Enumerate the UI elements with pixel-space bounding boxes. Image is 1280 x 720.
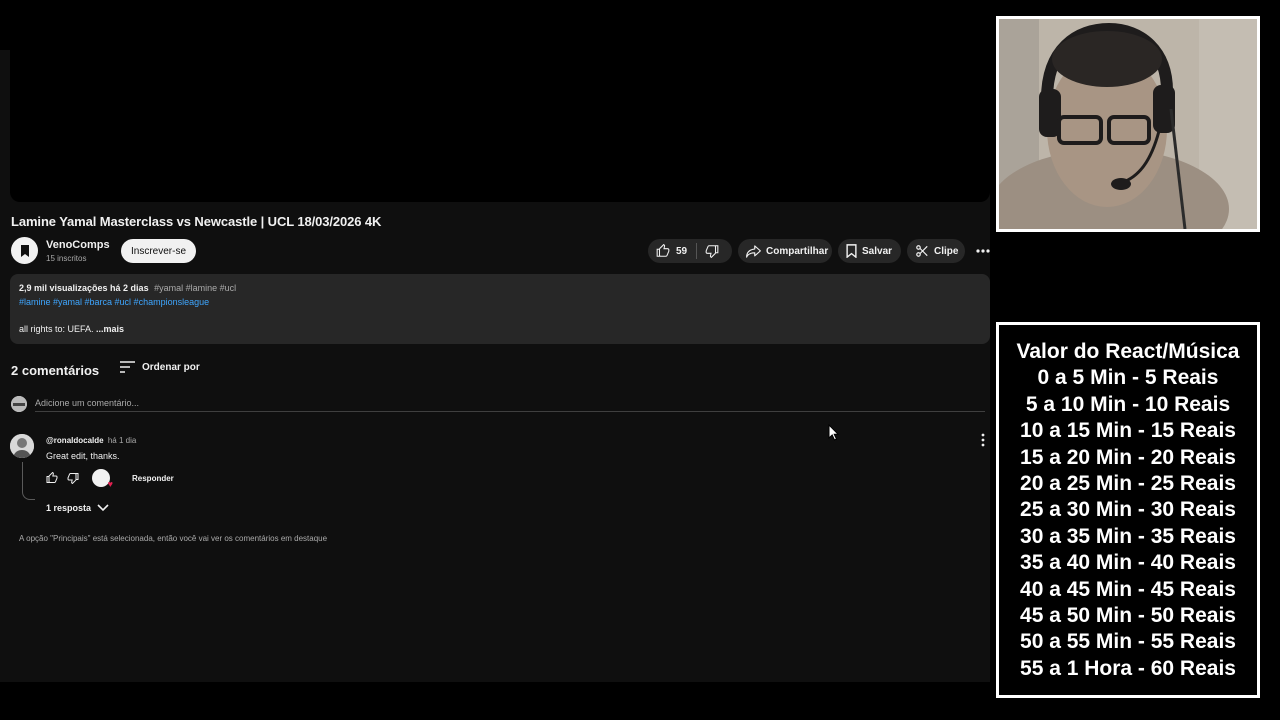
channel-name[interactable]: VenoComps: [46, 239, 110, 251]
reply-thread-line: [22, 462, 35, 500]
add-comment-input[interactable]: [35, 395, 985, 412]
like-count: 59: [676, 245, 688, 257]
price-row: 35 a 40 Min - 40 Reais: [1020, 551, 1236, 575]
webcam-streamer-image: [999, 19, 1257, 229]
comment-time[interactable]: há 1 dia: [108, 436, 136, 445]
sort-button[interactable]: Ordenar por: [120, 361, 200, 373]
price-row: 5 a 10 Min - 10 Reais: [1025, 392, 1231, 416]
heart-icon: ♥: [107, 479, 113, 489]
bookmark-logo-icon: [20, 244, 29, 257]
share-button[interactable]: Compartilhar: [738, 239, 832, 263]
thumbs-up-icon: [656, 244, 670, 257]
video-title: Lamine Yamal Masterclass vs Newcastle | …: [11, 214, 382, 229]
description-text: all rights to: UEFA.: [19, 324, 94, 334]
price-row: 45 a 50 Min - 50 Reais: [1020, 604, 1236, 628]
price-list-overlay: Valor do React/Música 0 a 5 Min - 5 Reai…: [996, 322, 1260, 698]
like-dislike-group: 59: [648, 239, 732, 263]
mouse-cursor-icon: [828, 424, 840, 441]
price-row: 10 a 15 Min - 15 Reais: [1020, 419, 1236, 443]
price-row: 40 a 45 Min - 45 Reais: [1020, 577, 1236, 601]
price-row: 25 a 30 Min - 30 Reais: [1020, 498, 1236, 522]
clip-label: Clipe: [934, 245, 959, 257]
subscriber-count: 15 inscritos: [46, 254, 87, 263]
comment-author[interactable]: @ronaldocalde: [46, 436, 104, 445]
more-horiz-icon[interactable]: [976, 244, 990, 258]
user-avatar-image-icon: [11, 396, 27, 412]
sort-icon: [120, 361, 135, 373]
inline-tags[interactable]: #yamal #lamine #ucl: [154, 283, 236, 293]
views-date: 2,9 mil visualizações há 2 dias: [19, 283, 149, 293]
comment-author-avatar[interactable]: [10, 434, 34, 458]
comment-header: @ronaldocalde há 1 dia: [46, 436, 136, 445]
reply-button[interactable]: Responder: [132, 474, 174, 483]
youtube-watch-page: Lamine Yamal Masterclass vs Newcastle | …: [0, 50, 990, 682]
save-label: Salvar: [862, 245, 893, 257]
comment-more-vert-icon[interactable]: [978, 433, 988, 447]
subscribe-button[interactable]: Inscrever-se: [121, 239, 196, 263]
thumbs-up-icon[interactable]: [46, 472, 58, 484]
price-row: 0 a 5 Min - 5 Reais: [1037, 366, 1219, 390]
dislike-button[interactable]: [697, 239, 719, 263]
clip-button[interactable]: Clipe: [907, 239, 965, 263]
scissors-icon: [916, 245, 928, 257]
price-list-heading: Valor do React/Música: [1016, 340, 1240, 363]
price-row: 30 a 35 Min - 35 Reais: [1020, 524, 1236, 548]
comment-actions: ♥ Responder: [46, 469, 174, 489]
description-hashtags[interactable]: #lamine #yamal #barca #ucl #championslea…: [19, 297, 209, 307]
save-button[interactable]: Salvar: [838, 239, 901, 263]
price-row: 20 a 25 Min - 25 Reais: [1020, 472, 1236, 496]
channel-avatar[interactable]: [11, 237, 38, 264]
replies-label: 1 resposta: [46, 503, 92, 513]
user-avatar: [11, 396, 27, 412]
replies-toggle[interactable]: 1 resposta: [46, 503, 109, 513]
comment-count: 2 comentários: [11, 363, 100, 378]
price-row: 15 a 20 Min - 20 Reais: [1020, 445, 1236, 469]
description-meta: 2,9 mil visualizações há 2 dias #yamal #…: [19, 283, 236, 293]
sort-notice: A opção "Principais" está selecionada, e…: [19, 534, 328, 543]
show-more-link[interactable]: ...mais: [94, 324, 124, 334]
creator-heart-badge: ♥: [92, 469, 113, 489]
person-silhouette-icon: [10, 434, 34, 458]
webcam-overlay: [996, 16, 1260, 232]
thumbs-down-icon: [705, 245, 719, 258]
thumbs-down-icon[interactable]: [67, 472, 79, 484]
price-row: 55 a 1 Hora - 60 Reais: [1020, 656, 1236, 680]
share-label: Compartilhar: [766, 245, 829, 257]
sort-label: Ordenar por: [142, 361, 200, 373]
chevron-down-icon: [97, 504, 109, 512]
price-row: 50 a 55 Min - 55 Reais: [1020, 630, 1236, 654]
video-player[interactable]: [10, 50, 990, 202]
bookmark-icon: [846, 244, 857, 258]
share-arrow-icon: [746, 244, 761, 258]
comment-text: Great edit, thanks.: [46, 451, 120, 461]
like-button[interactable]: 59: [648, 239, 687, 263]
description-box[interactable]: 2,9 mil visualizações há 2 dias #yamal #…: [10, 274, 990, 344]
description-body: all rights to: UEFA. ...mais: [19, 324, 124, 334]
